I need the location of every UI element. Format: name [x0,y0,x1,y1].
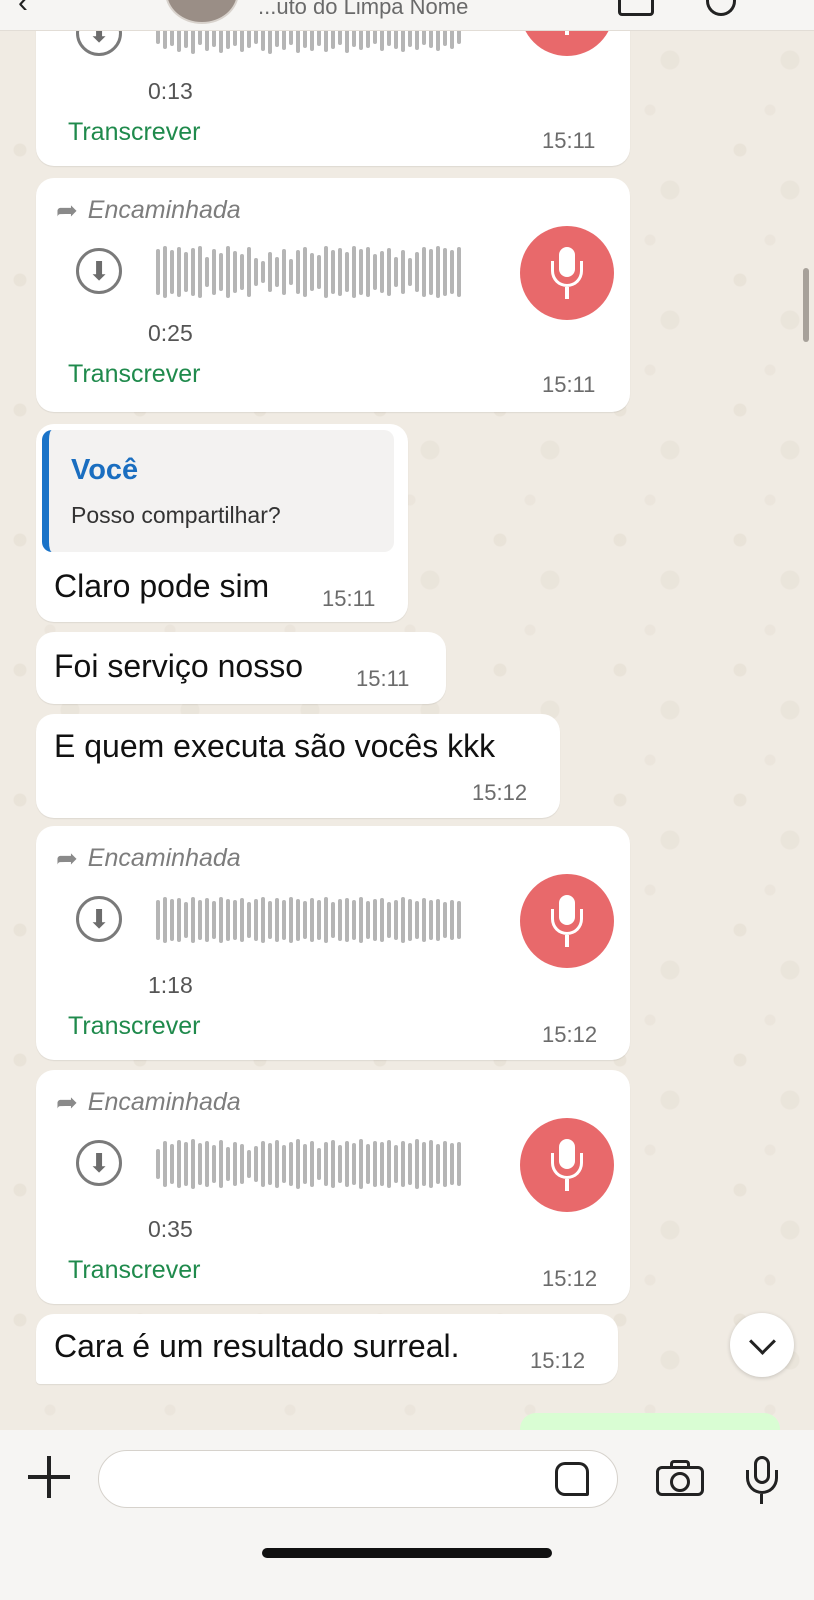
text-message: Você Posso compartilhar? Claro pode sim … [36,424,408,622]
voice-mic-icon [520,874,614,968]
audio-duration: 1:18 [148,972,193,998]
voice-mic-icon [520,226,614,320]
back-arrow-icon[interactable]: ‹ [18,0,28,20]
voice-message: ➦ Encaminhada ⬇ 0:35 Transcrever 15:12 [36,1070,630,1304]
message-input[interactable] [98,1450,618,1508]
message-text: Foi serviço nosso [54,648,303,684]
forwarded-label: ➦ Encaminhada [56,843,241,873]
chevron-down-icon [748,1327,776,1355]
message-time: 15:11 [542,372,596,397]
phone-icon[interactable] [706,0,736,16]
camera-icon[interactable] [656,1460,704,1496]
text-message: Cara é um resultado surreal. 15:12 [36,1314,618,1384]
transcribe-link[interactable]: Transcrever [68,1256,200,1285]
contact-avatar[interactable] [165,0,239,24]
audio-duration: 0:25 [148,320,193,346]
contact-name[interactable]: ...uto do Limpa Nome [258,0,468,20]
voice-mic-icon [520,1118,614,1212]
quoted-message[interactable]: Você Posso compartilhar? [42,430,394,552]
message-time: 15:11 [322,586,376,611]
download-icon[interactable]: ⬇ [76,1140,122,1186]
scroll-to-bottom-button[interactable] [730,1313,794,1377]
transcribe-link[interactable]: Transcrever [68,118,200,147]
message-composer [0,1430,814,1600]
forwarded-label: ➦ Encaminhada [56,195,241,225]
audio-waveform[interactable] [156,244,461,300]
plus-icon[interactable] [26,1454,72,1500]
message-text: Claro pode sim [54,568,270,604]
video-call-icon[interactable] [618,0,654,16]
quote-author: Você [71,454,139,486]
download-icon[interactable]: ⬇ [76,896,122,942]
message-time: 15:12 [530,1348,586,1373]
voice-message: ➦ Encaminhada ⬇ 1:18 Transcrever 15:12 [36,826,630,1060]
voice-message: ➦ Encaminhada ⬇ 0:25 Transcrever 15:11 [36,178,630,412]
message-time: 15:11 [356,666,410,691]
message-time: 15:12 [472,780,528,805]
download-icon[interactable]: ⬇ [76,248,122,294]
scroll-indicator[interactable] [803,268,809,342]
transcribe-link[interactable]: Transcrever [68,360,200,389]
transcribe-link[interactable]: Transcrever [68,1012,200,1041]
audio-duration: 0:13 [148,78,193,104]
message-text: Cara é um resultado surreal. [54,1328,460,1364]
audio-waveform[interactable] [156,1136,461,1192]
message-time: 15:12 [542,1022,598,1047]
audio-duration: 0:35 [148,1216,193,1242]
forward-icon: ➦ [56,843,78,873]
message-text: E quem executa são vocês kkk [54,728,496,764]
sticker-icon[interactable] [555,1462,589,1496]
microphone-icon[interactable] [744,1456,780,1506]
text-message: Foi serviço nosso 15:11 [36,632,446,704]
text-message: E quem executa são vocês kkk 15:12 [36,714,560,818]
forwarded-label: ➦ Encaminhada [56,1087,241,1117]
message-time: 15:11 [542,128,596,153]
quote-text: Posso compartilhar? [71,502,281,528]
forward-icon: ➦ [56,195,78,225]
message-time: 15:12 [542,1266,598,1291]
chat-header: ‹ ...uto do Limpa Nome [0,0,814,31]
home-indicator[interactable] [262,1548,552,1558]
forward-icon: ➦ [56,1087,78,1117]
audio-waveform[interactable] [156,892,461,948]
